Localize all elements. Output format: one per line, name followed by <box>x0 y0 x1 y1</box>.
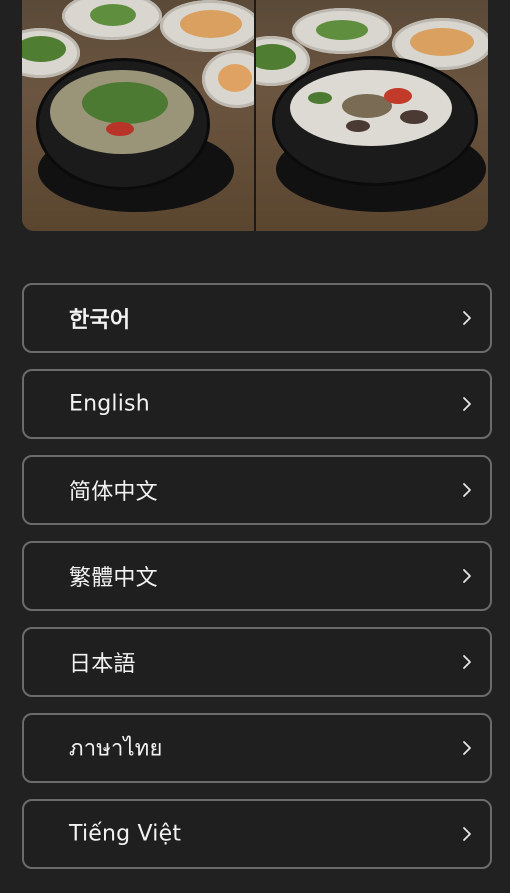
hero-food-photos <box>22 0 488 231</box>
language-label: ภาษาไทย <box>69 736 163 762</box>
chili-paste <box>106 122 134 136</box>
language-list: 한국어 English 简体中文 繁體中文 日本語 ภาษาไทย Tiếng … <box>22 283 492 885</box>
language-option-vietnamese[interactable]: Tiếng Việt <box>22 799 492 869</box>
side-dish-radish <box>218 64 252 92</box>
chevron-right-icon <box>463 569 471 583</box>
side-dish-greens <box>316 20 368 40</box>
language-label: Tiếng Việt <box>69 821 182 847</box>
sausage-slice <box>346 120 370 132</box>
language-label: 한국어 <box>69 308 131 333</box>
chevron-right-icon <box>463 311 471 325</box>
chili-paste <box>384 88 412 104</box>
language-label: 日本語 <box>69 652 136 677</box>
sausage-slice <box>400 110 428 124</box>
language-select-screen: 한국어 English 简体中文 繁體中文 日本語 ภาษาไทย Tiếng … <box>0 0 510 893</box>
chevron-right-icon <box>463 655 471 669</box>
chevron-right-icon <box>463 397 471 411</box>
language-option-japanese[interactable]: 日本語 <box>22 627 492 697</box>
soup-photo-right <box>254 0 488 231</box>
language-option-simplified-chinese[interactable]: 简体中文 <box>22 455 492 525</box>
language-option-korean[interactable]: 한국어 <box>22 283 492 353</box>
language-option-english[interactable]: English <box>22 369 492 439</box>
side-dish-greens <box>90 4 136 26</box>
language-label: 繁體中文 <box>69 566 158 591</box>
chevron-right-icon <box>463 827 471 841</box>
language-option-thai[interactable]: ภาษาไทย <box>22 713 492 783</box>
chevron-right-icon <box>463 483 471 497</box>
scallion-slice <box>308 92 332 104</box>
side-dish-kimchi <box>180 10 242 38</box>
chevron-right-icon <box>463 741 471 755</box>
language-label: 简体中文 <box>69 480 158 505</box>
herb-garnish <box>82 82 168 124</box>
side-dish-kimchi <box>410 28 474 56</box>
language-label: English <box>69 391 150 417</box>
soup-photo-left <box>22 0 254 231</box>
language-option-traditional-chinese[interactable]: 繁體中文 <box>22 541 492 611</box>
